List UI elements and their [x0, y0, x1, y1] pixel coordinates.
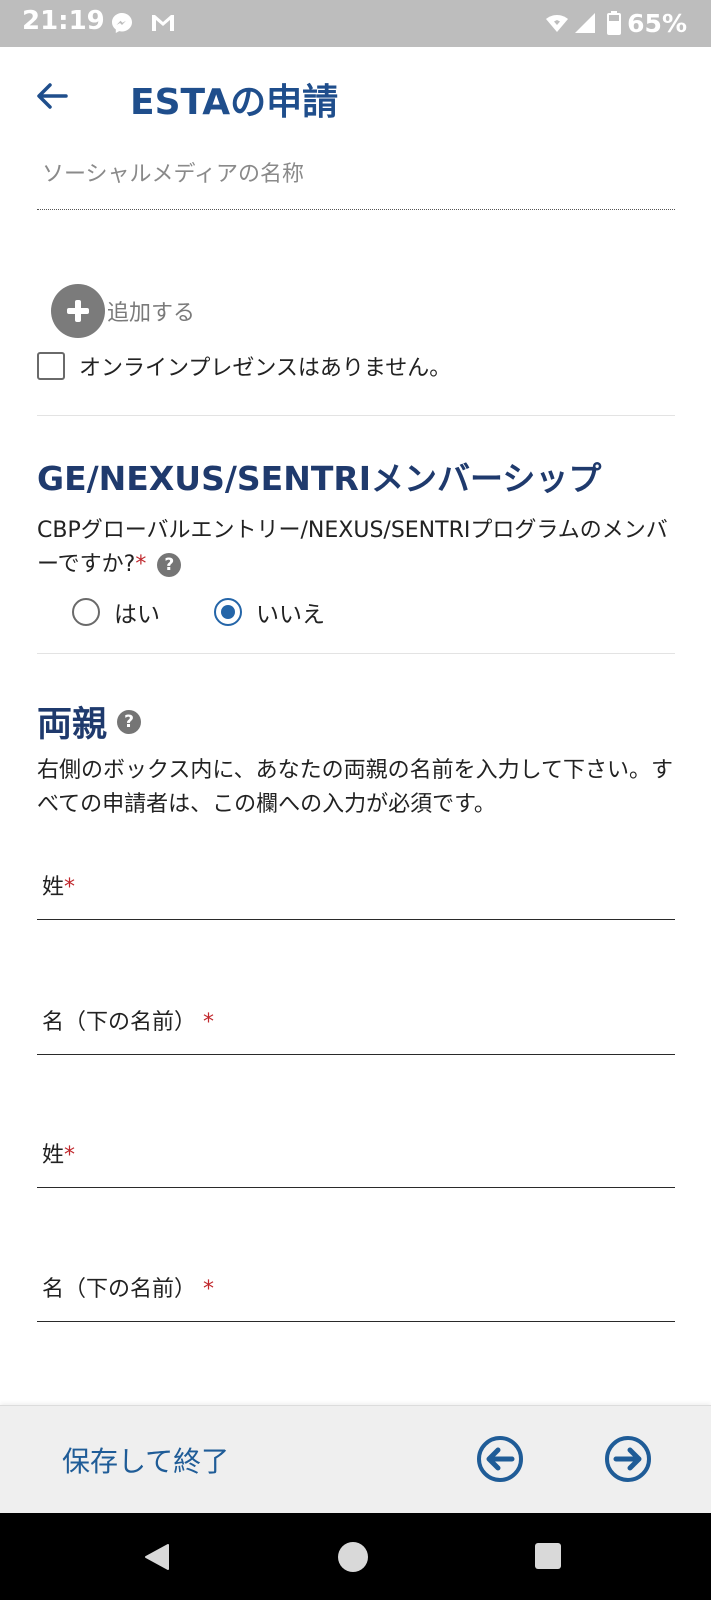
status-time: 21:19 — [22, 6, 105, 36]
parent2-given-name-field[interactable]: 名（下の名前） * — [37, 1262, 675, 1322]
messenger-icon — [112, 13, 132, 33]
required-mark: * — [203, 1277, 215, 1302]
parents-heading: 両親 ? — [37, 696, 142, 747]
divider — [37, 653, 675, 654]
back-arrow-icon[interactable] — [34, 78, 70, 114]
bottom-action-bar: 保存して終了 — [0, 1405, 711, 1513]
divider — [37, 415, 675, 416]
status-right: 65% — [545, 6, 687, 40]
parents-description: 右側のボックス内に、あなたの両親の名前を入力して下さい。すべての申請者は、この欄… — [37, 758, 674, 817]
parent2-surname-field[interactable]: 姓* — [37, 1128, 675, 1188]
required-mark: * — [64, 875, 76, 900]
android-nav-bar — [0, 1513, 711, 1600]
required-mark: * — [64, 1143, 76, 1168]
wifi-icon — [546, 15, 569, 32]
ge-membership-heading: GE/NEXUS/SENTRIメンバーシップ — [37, 459, 602, 498]
save-and-exit-button[interactable]: 保存して終了 — [62, 1440, 229, 1480]
prev-arrow-icon[interactable] — [476, 1435, 524, 1483]
field-label: 名（下の名前） * — [42, 1004, 214, 1036]
ge-membership-question: CBPグローバルエントリー/NEXUS/SENTRIプログラムのメンバーですか?… — [37, 514, 677, 582]
radio-no[interactable] — [214, 598, 242, 626]
field-label-text: 名（下の名前） — [42, 1010, 197, 1035]
no-online-presence-checkbox-row[interactable]: オンラインプレゼンスはありません。 — [37, 350, 451, 382]
field-label: 姓* — [42, 1137, 75, 1169]
help-icon[interactable]: ? — [117, 709, 142, 734]
radio-yes-label[interactable]: はい — [114, 595, 160, 629]
nav-back-icon[interactable] — [142, 1542, 172, 1572]
field-label: 姓* — [42, 869, 75, 901]
field-label-text: 姓 — [42, 875, 65, 900]
nav-recents-icon[interactable] — [534, 1542, 562, 1570]
social-media-name-input[interactable] — [37, 140, 675, 210]
no-online-presence-checkbox[interactable] — [37, 352, 65, 380]
field-label-text: 姓 — [42, 1143, 65, 1168]
ge-membership-radio-group: はい いいえ — [72, 595, 379, 629]
ge-question-text: CBPグローバルエントリー/NEXUS/SENTRIプログラムのメンバーですか? — [37, 518, 668, 577]
parent1-surname-field[interactable]: 姓* — [37, 860, 675, 920]
no-online-presence-label[interactable]: オンラインプレゼンスはありません。 — [79, 350, 451, 382]
battery-icon — [607, 11, 622, 35]
nav-home-icon[interactable] — [337, 1541, 369, 1573]
field-label: 名（下の名前） * — [42, 1271, 214, 1303]
signal-icon — [575, 13, 596, 33]
next-arrow-icon[interactable] — [604, 1435, 652, 1483]
status-bar: 21:19 65% — [0, 0, 711, 47]
battery-percent: 65% — [627, 8, 687, 38]
add-icon[interactable] — [51, 284, 105, 338]
radio-option-no[interactable]: いいえ — [214, 595, 325, 629]
gmail-icon — [152, 15, 174, 31]
parents-heading-text: 両親 — [37, 705, 108, 745]
page-title: ESTAの申請 — [130, 82, 339, 123]
radio-no-label[interactable]: いいえ — [256, 595, 325, 629]
radio-option-yes[interactable]: はい — [72, 595, 160, 629]
radio-yes[interactable] — [72, 598, 100, 626]
add-button[interactable]: 追加する — [51, 284, 195, 338]
required-mark: * — [135, 552, 147, 577]
parent1-given-name-field[interactable]: 名（下の名前） * — [37, 995, 675, 1055]
field-label-text: 名（下の名前） — [42, 1277, 197, 1302]
help-icon[interactable]: ? — [157, 553, 182, 577]
required-mark: * — [203, 1010, 215, 1035]
add-button-label[interactable]: 追加する — [107, 295, 195, 327]
